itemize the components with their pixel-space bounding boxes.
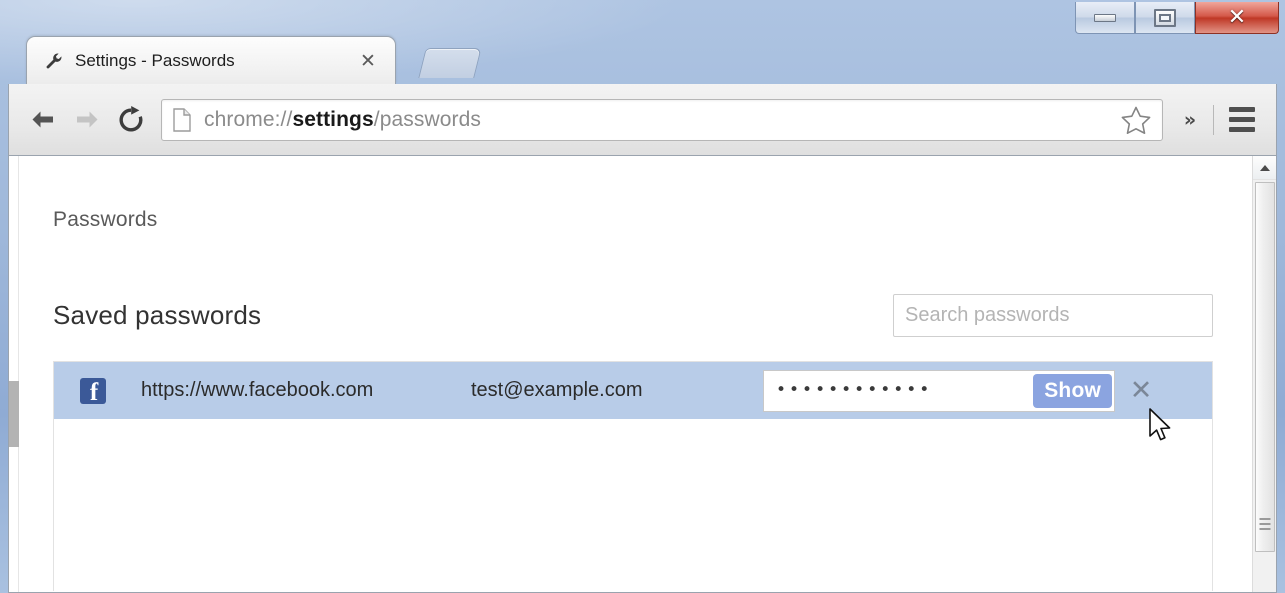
table-row[interactable]: f https://www.facebook.com test@example.… — [54, 362, 1212, 419]
tab-title: Settings - Passwords — [75, 50, 235, 70]
tab-strip: Settings - Passwords ✕ — [0, 36, 1285, 84]
favicon-letter: f — [89, 378, 99, 404]
reload-icon — [119, 105, 143, 131]
minimize-button[interactable] — [1075, 2, 1135, 34]
password-field[interactable]: •••••••••••• Show — [763, 369, 1115, 412]
browser-window: ✕ Settings - Passwords ✕ chrome://settin… — [0, 0, 1285, 593]
reload-button[interactable] — [109, 98, 153, 142]
hamburger-line — [1229, 117, 1255, 122]
settings-page: Passwords Saved passwords f https://www.… — [20, 156, 1254, 592]
username-value: test@example.com — [471, 379, 643, 401]
minimize-icon — [1094, 13, 1116, 22]
page-title: Passwords — [53, 208, 158, 231]
toolbar-overflow-button[interactable]: » — [1173, 100, 1207, 140]
site-url: https://www.facebook.com — [141, 379, 374, 401]
new-tab-button[interactable] — [418, 48, 482, 78]
url-host: settings — [292, 107, 374, 131]
close-icon: ✕ — [1227, 4, 1247, 30]
toolbar-divider — [1213, 104, 1214, 135]
show-password-button[interactable]: Show — [1033, 373, 1112, 408]
close-window-button[interactable]: ✕ — [1195, 2, 1279, 34]
back-button[interactable] — [21, 98, 65, 142]
hamburger-line — [1229, 107, 1255, 112]
hamburger-line — [1229, 127, 1255, 132]
scroll-grip — [1259, 518, 1271, 533]
tab-close-icon[interactable]: ✕ — [355, 48, 381, 74]
scroll-thumb[interactable] — [1255, 182, 1275, 552]
password-list: f https://www.facebook.com test@example.… — [53, 361, 1213, 591]
delete-password-button[interactable]: ✕ — [1115, 370, 1167, 412]
back-arrow-icon — [32, 111, 53, 127]
restore-button[interactable] — [1135, 2, 1195, 34]
saved-passwords-section-header: Saved passwords — [53, 294, 1254, 337]
document-icon — [172, 107, 192, 132]
chrome-menu-button[interactable] — [1220, 98, 1264, 142]
page-viewport: Passwords Saved passwords f https://www.… — [8, 156, 1277, 593]
password-masked-value: •••••••••••• — [776, 380, 933, 400]
url-text: chrome://settings/passwords — [204, 107, 481, 131]
search-input[interactable] — [893, 294, 1213, 337]
forward-arrow-icon — [77, 111, 98, 127]
left-edge-scroll-thumb[interactable] — [9, 381, 19, 447]
section-title: Saved passwords — [53, 300, 262, 330]
bookmark-star-icon[interactable] — [1116, 102, 1156, 138]
chevron-up-icon — [1260, 164, 1270, 171]
tab-settings-passwords[interactable]: Settings - Passwords ✕ — [26, 36, 396, 84]
page-scrollbar[interactable] — [1252, 156, 1276, 592]
facebook-favicon-icon: f — [80, 377, 106, 404]
window-controls: ✕ — [1075, 2, 1279, 36]
address-bar[interactable]: chrome://settings/passwords — [161, 98, 1163, 141]
browser-toolbar: chrome://settings/passwords » — [8, 84, 1277, 156]
wrench-icon — [45, 52, 63, 70]
page-left-edge — [9, 156, 19, 592]
forward-button[interactable] — [65, 98, 109, 142]
scroll-up-button[interactable] — [1253, 156, 1276, 180]
restore-icon — [1154, 8, 1176, 27]
